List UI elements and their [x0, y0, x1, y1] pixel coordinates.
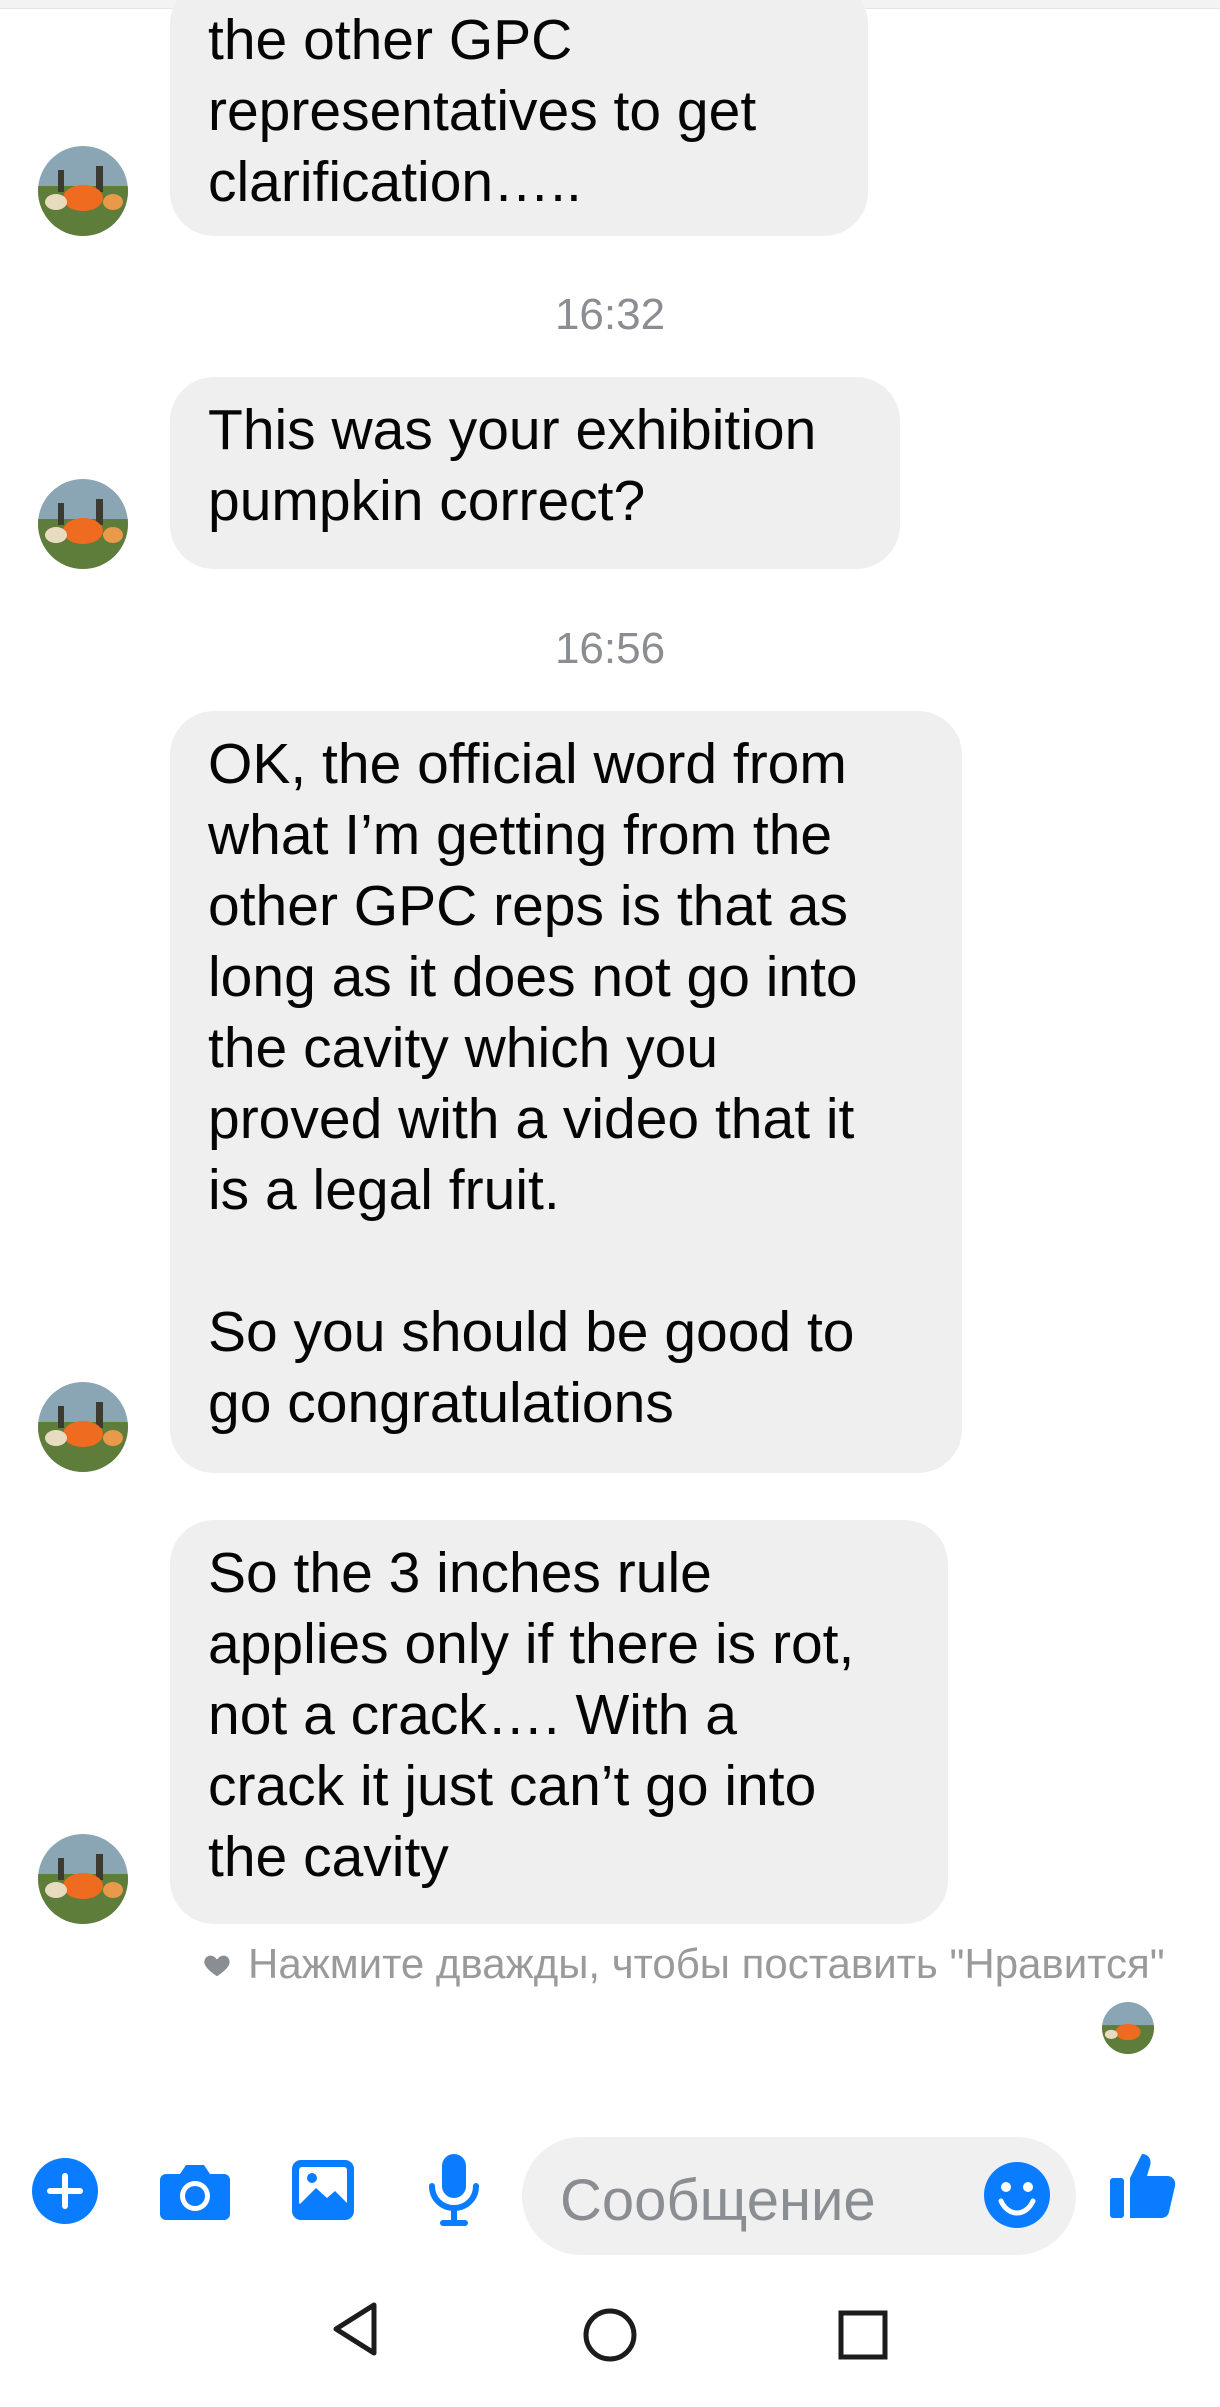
contact-avatar[interactable] — [38, 479, 128, 569]
pumpkin-photo-icon — [38, 1834, 128, 1924]
pumpkin-photo-icon — [38, 146, 128, 236]
timestamp: 16:32 — [554, 290, 666, 339]
double-tap-like-hint: Нажмите дважды, чтобы поставить "Нравитс… — [248, 1940, 1165, 1987]
pumpkin-photo-icon — [38, 479, 128, 569]
message-bubble-1[interactable]: the other GPC representatives to get cla… — [170, 0, 868, 236]
message-bubble-4[interactable]: So the 3 inches rule applies only if the… — [170, 1520, 948, 1924]
message-input-placeholder: Сообщение — [560, 2168, 876, 2233]
pumpkin-photo-icon — [1102, 2002, 1154, 2054]
seen-indicator-avatar — [1102, 2002, 1154, 2054]
message-bubble-3[interactable]: OK, the official word from what I’m gett… — [170, 711, 962, 1473]
home-icon[interactable] — [582, 2307, 638, 2363]
timestamp: 16:56 — [554, 624, 666, 673]
camera-icon[interactable] — [158, 2160, 232, 2222]
recents-icon[interactable] — [838, 2310, 888, 2360]
microphone-icon[interactable] — [424, 2150, 484, 2232]
thumbs-up-icon[interactable] — [1108, 2148, 1178, 2222]
contact-avatar[interactable] — [38, 146, 128, 236]
contact-avatar[interactable] — [38, 1382, 128, 1472]
gallery-icon[interactable] — [290, 2158, 356, 2222]
emoji-icon[interactable] — [982, 2160, 1052, 2230]
pumpkin-photo-icon — [38, 1382, 128, 1472]
back-icon[interactable] — [330, 2300, 380, 2358]
contact-avatar[interactable] — [38, 1834, 128, 1924]
heart-icon — [204, 1955, 230, 1977]
message-bubble-2[interactable]: This was your exhibition pumpkin correct… — [170, 377, 900, 569]
plus-icon[interactable] — [30, 2156, 100, 2226]
